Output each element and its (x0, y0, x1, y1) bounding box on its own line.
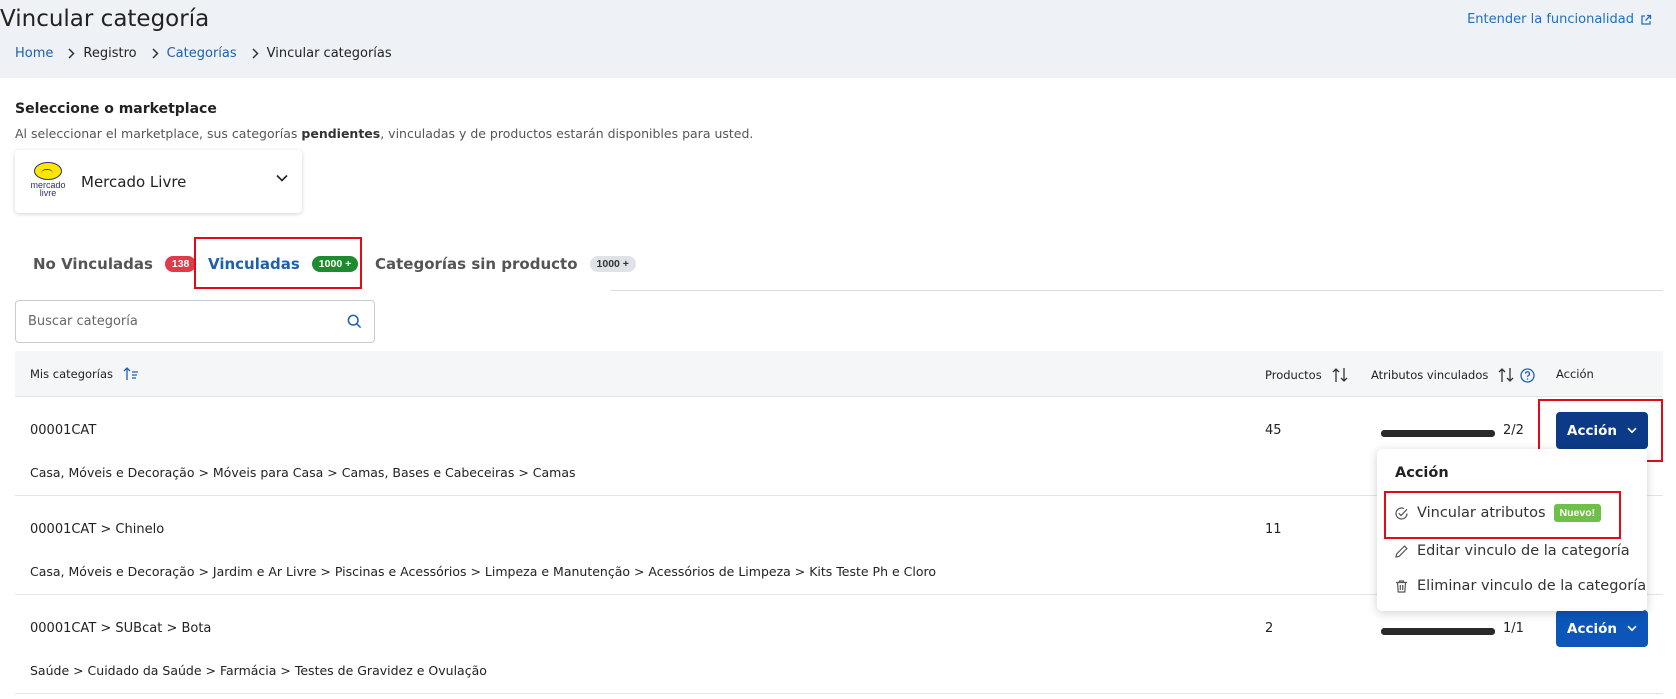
attributes-count: 1/1 (1503, 621, 1524, 636)
dropdown-title: Acción (1395, 465, 1449, 481)
attributes-progress-bar (1381, 430, 1495, 437)
chevron-right-icon (67, 48, 75, 59)
logo-text: livre (39, 187, 57, 198)
tab-no-vinculadas[interactable]: No Vinculadas 138 (33, 240, 197, 288)
search-icon[interactable] (347, 314, 362, 329)
breadcrumb-current: Vincular categorías (266, 46, 392, 61)
progress-fill (1381, 628, 1495, 635)
page-header: Vincular categoría Entender la funcional… (0, 0, 1676, 78)
action-button-label: Acción (1567, 620, 1617, 637)
progress-fill (1381, 430, 1495, 437)
attributes-count: 2/2 (1503, 423, 1524, 438)
attributes-progress-bar (1381, 628, 1495, 635)
table-header: Mis categorías Productos Atributos vincu… (15, 351, 1663, 397)
menu-item-label: Eliminar vinculo de la categoría (1417, 578, 1647, 594)
page-title: Vincular categoría (0, 6, 210, 32)
subtitle-text: , vinculadas y de productos estarán disp… (380, 126, 754, 141)
products-count: 11 (1265, 522, 1282, 537)
pencil-icon (1395, 544, 1408, 558)
menu-item-label: Editar vinculo de la categoría (1417, 543, 1630, 559)
header-products[interactable]: Productos (1265, 367, 1348, 383)
help-link[interactable]: Entender la funcionalidad (1467, 12, 1652, 27)
marketplace-title: Seleccione o marketplace (15, 101, 217, 117)
search-input[interactable] (28, 314, 347, 329)
highlight-box (194, 237, 362, 289)
header-attributes[interactable]: Atributos vinculados (1371, 367, 1536, 383)
header-label: Productos (1265, 368, 1322, 382)
category-path: Casa, Móveis e Decoração > Jardim e Ar L… (30, 564, 937, 579)
tab-categorias-sin-producto[interactable]: Categorías sin producto 1000 + (375, 240, 636, 288)
subtitle-bold: pendientes (301, 126, 381, 141)
page: Vincular categoría Entender la funcional… (0, 0, 1676, 699)
handshake-icon (34, 161, 62, 180)
search-box (15, 300, 375, 343)
sort-icon[interactable] (1498, 367, 1514, 383)
category-path: Saúde > Cuidado da Saúde > Farmácia > Te… (30, 663, 487, 678)
category-path: Casa, Móveis e Decoração > Móveis para C… (30, 465, 576, 480)
subtitle-text: Al seleccionar el marketplace, sus categ… (15, 126, 302, 141)
header-label: Atributos vinculados (1371, 368, 1489, 382)
marketplace-selected-value: Mercado Livre (81, 172, 187, 191)
category-name: 00001CAT > SUBcat > Bota (30, 621, 212, 636)
chevron-down-icon (276, 174, 288, 182)
action-button[interactable]: Acción (1556, 610, 1648, 647)
marketplace-subtitle: Al seleccionar el marketplace, sus categ… (15, 126, 753, 141)
products-count: 2 (1265, 621, 1274, 636)
help-circle-icon[interactable] (1520, 367, 1536, 383)
sort-icon[interactable] (1332, 367, 1348, 383)
breadcrumb-home[interactable]: Home (15, 46, 53, 61)
products-count: 45 (1265, 423, 1282, 438)
header-label: Acción (1556, 367, 1594, 381)
chevron-right-icon (251, 48, 259, 59)
header-label: Mis categorías (30, 367, 114, 381)
category-name: 00001CAT (30, 423, 97, 438)
breadcrumb-categorias[interactable]: Categorías (167, 46, 237, 61)
breadcrumb: Home Registro Categorías Vincular catego… (15, 46, 392, 61)
count-badge: 138 (164, 256, 197, 272)
tab-label: No Vinculadas (33, 255, 153, 273)
menu-item-eliminar-vinculo[interactable]: Eliminar vinculo de la categoría (1394, 578, 1646, 594)
tab-label: Categorías sin producto (375, 255, 578, 273)
category-name: 00001CAT > Chinelo (30, 522, 165, 537)
trash-icon (1396, 579, 1407, 593)
mercado-livre-logo: mercado livre (27, 161, 69, 202)
header-categories[interactable]: Mis categorías (30, 367, 139, 381)
highlight-box (1384, 491, 1621, 539)
menu-item-editar-vinculo[interactable]: Editar vinculo de la categoría (1394, 543, 1630, 559)
chevron-down-icon (1627, 625, 1637, 632)
external-link-icon (1641, 14, 1652, 25)
chevron-right-icon (151, 48, 159, 59)
marketplace-select[interactable]: mercado livre Mercado Livre (15, 150, 302, 213)
help-link-label: Entender la funcionalidad (1467, 12, 1634, 27)
tabs-divider (611, 290, 1663, 291)
header-action: Acción (1556, 367, 1594, 381)
sort-ascending-icon[interactable] (123, 367, 139, 381)
breadcrumb-registro: Registro (83, 46, 137, 61)
count-badge: 1000 + (589, 256, 636, 272)
